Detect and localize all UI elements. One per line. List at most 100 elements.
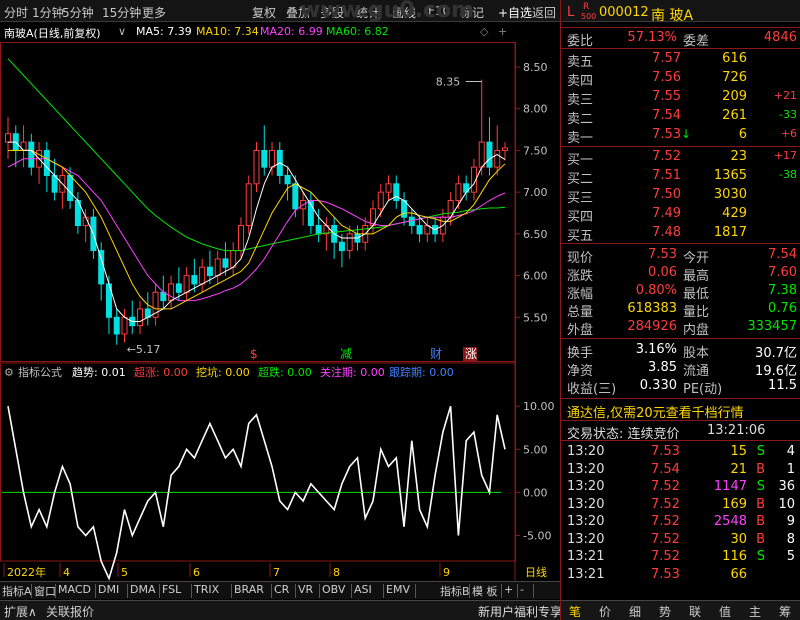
detail-tab-2[interactable]: 细 <box>629 603 641 620</box>
event-marker[interactable]: 涨 <box>463 346 477 361</box>
candle-body <box>206 266 213 277</box>
ask-change: +6 <box>780 127 797 140</box>
candle-body <box>43 149 50 176</box>
indicator-tab-4[interactable]: DMA <box>130 583 156 596</box>
detail-tab-0[interactable]: 笔 <box>569 603 581 620</box>
bid-label: 买二 <box>567 172 594 187</box>
detail-tab-1[interactable]: 价 <box>599 603 611 620</box>
ind-y-tick-label: 10.00 <box>523 400 555 413</box>
tick-side: B <box>756 461 765 477</box>
promo-link[interactable]: 通达信,仅需20元查看千档行情 <box>567 402 744 421</box>
indicator-tab-1[interactable]: 窗口 <box>34 583 56 599</box>
candle-body <box>237 225 244 252</box>
bid-row: 买三 7.50 3030 <box>561 186 800 206</box>
ind-y-tick-label: 0.00 <box>523 486 548 499</box>
indicator-tab-7[interactable]: BRAR <box>234 583 264 596</box>
ask-row: 卖五 7.57 616 <box>561 50 800 70</box>
tick-count: 1 <box>786 461 795 477</box>
tick-side: S <box>756 479 765 494</box>
toolbar-item-2[interactable]: 5分钟 <box>62 4 94 21</box>
stat-row: 涨幅 0.80% 最低 7.38 <box>561 282 800 302</box>
detail-tab-3[interactable]: 势 <box>659 603 671 620</box>
indicator-tab-13[interactable]: 指标B <box>440 583 470 599</box>
indicator-tab-3[interactable]: DMI <box>98 583 119 596</box>
svg-text:涨: 涨 <box>465 346 477 361</box>
candle-body <box>113 316 120 335</box>
plus-icon[interactable]: + <box>498 25 507 38</box>
indicator-tab-10[interactable]: OBV <box>322 583 345 596</box>
chevron-icon[interactable]: ∨ <box>118 25 126 38</box>
indicator-tab-12[interactable]: EMV <box>386 583 410 596</box>
ask-label: 卖三 <box>567 93 594 108</box>
event-marker[interactable]: 财 <box>430 347 442 361</box>
tab-divider <box>295 584 296 598</box>
tab-divider <box>469 584 470 598</box>
detail-tab-7[interactable]: 筹 <box>779 603 791 620</box>
tick-price: 7.52 <box>651 479 680 494</box>
candle-body <box>253 149 260 185</box>
tick-count: 5 <box>786 549 795 564</box>
bid-row: 买二 7.51 1365 -38 <box>561 167 800 187</box>
stat-value: 7.38 <box>768 283 797 298</box>
ask-price: 7.54 <box>652 108 681 123</box>
ask-change: +21 <box>773 89 797 102</box>
tick-side: B <box>756 531 765 547</box>
bid-price: 7.52 <box>652 149 681 164</box>
toolbar-item-0[interactable]: 分时 <box>4 4 28 21</box>
indicator-tab-11[interactable]: ASI <box>354 583 372 596</box>
tick-volume: 1147 <box>713 479 747 494</box>
ma20-label: MA20: 6.99 <box>260 25 323 38</box>
diamond-icon[interactable]: ◇ <box>480 25 488 38</box>
kline-chart[interactable]: 8.50 8.00 7.50 7.00 6.50 6.00 5.50 8.35 ←5.17 $ 减 财… <box>0 42 560 581</box>
down-arrow-icon: ↓ <box>681 127 692 141</box>
mode-label[interactable]: L <box>567 5 574 20</box>
promo-row: 通达信,仅需20元查看千档行情 <box>561 401 800 421</box>
indicator-tab-15[interactable]: + <box>504 583 513 596</box>
candle-body <box>292 183 299 210</box>
toolbar-item-12[interactable]: +自选 <box>498 4 532 21</box>
indicator-legend-item: 趋势: 0.01 <box>72 366 126 379</box>
indicator-tab-16[interactable]: - <box>520 583 524 596</box>
webi-value: 57.13% <box>627 30 677 45</box>
candle-body <box>175 283 182 293</box>
new-user-welfare-link[interactable]: 新用户福利专享 <box>478 603 562 620</box>
stock-code: 000012 <box>599 5 649 20</box>
indicator-tab-6[interactable]: TRIX <box>194 583 219 596</box>
tick-row: 13:20 7.52 169 B 10 <box>561 496 800 514</box>
y-tick-label: 8.00 <box>523 103 548 116</box>
indicator-tab-0[interactable]: 指标A <box>2 583 32 599</box>
timeframe-label[interactable]: 日线 <box>525 565 547 579</box>
related-quote-button[interactable]: 关联报价 <box>46 603 94 620</box>
expand-button[interactable]: 扩展∧ <box>4 603 37 620</box>
event-marker[interactable]: 减 <box>340 347 352 361</box>
indicator-tab-14[interactable]: 模 板 <box>472 583 498 599</box>
toolbar-item-3[interactable]: 15分钟 <box>102 4 141 21</box>
toolbar-item-5[interactable]: 复权 <box>252 4 276 21</box>
ask-volume: 261 <box>722 108 747 123</box>
ask-price: 7.56 <box>652 70 681 85</box>
weicha-value: 4846 <box>763 30 797 45</box>
stat-label: PE(动) <box>683 382 723 397</box>
stat-label: 收益(三) <box>567 382 617 397</box>
high-annotation: 8.35 <box>436 76 461 89</box>
stat-row: 外盘 284926 内盘 333457 <box>561 318 800 338</box>
indicator-tab-8[interactable]: CR <box>274 583 289 596</box>
toolbar-item-1[interactable]: 1分钟 <box>32 4 64 21</box>
toolbar-item-4[interactable]: 更多 <box>142 4 166 21</box>
detail-tab-5[interactable]: 值 <box>719 603 731 620</box>
indicator-tab-5[interactable]: FSL <box>162 583 181 596</box>
y-tick-label: 5.50 <box>523 311 548 324</box>
tab-divider <box>127 584 128 598</box>
toolbar-item-13[interactable]: 返回 <box>532 4 556 21</box>
detail-tab-4[interactable]: 联 <box>689 603 701 620</box>
tick-time: 13:20 <box>567 514 605 529</box>
candle-body <box>416 225 423 235</box>
ask-label: 卖五 <box>567 55 594 70</box>
event-marker[interactable]: $ <box>250 347 258 361</box>
detail-tab-6[interactable]: 主 <box>749 603 761 620</box>
indicator-tab-2[interactable]: MACD <box>58 583 91 596</box>
tick-row: 13:20 7.52 1147 S 36 <box>561 478 800 496</box>
gear-icon[interactable]: ⚙ <box>4 366 14 379</box>
indicator-tab-9[interactable]: VR <box>298 583 313 596</box>
candle-body <box>455 183 462 202</box>
